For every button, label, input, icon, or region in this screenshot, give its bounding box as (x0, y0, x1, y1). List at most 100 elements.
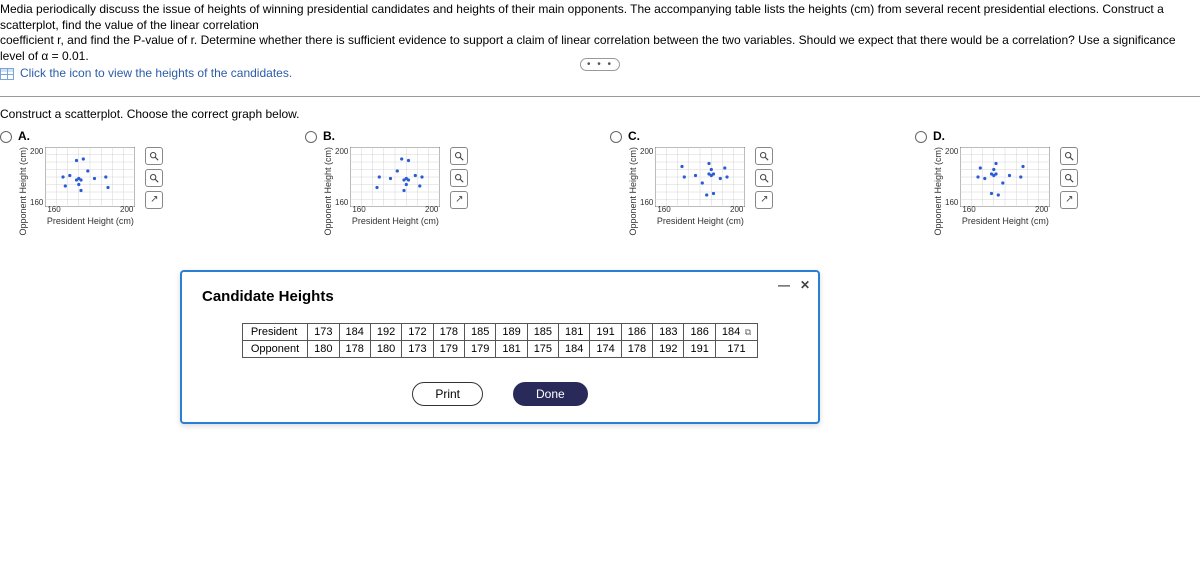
table-cell: 180 (370, 341, 401, 358)
zoom-out-button[interactable] (755, 169, 773, 187)
axis-tick: 200 (30, 147, 43, 156)
table-cell: 192 (653, 341, 684, 358)
print-button[interactable]: Print (412, 382, 483, 406)
table-cell: 172 (402, 324, 433, 341)
table-cell: 171 (715, 341, 757, 358)
popout-button[interactable]: ↗ (1060, 191, 1078, 209)
zoom-out-icon (454, 173, 464, 183)
zoom-in-button[interactable] (1060, 147, 1078, 165)
choice-label: C. (628, 129, 773, 143)
scatterplot-c (655, 147, 745, 207)
table-cell: 178 (433, 324, 464, 341)
axis-tick: 160 (945, 198, 958, 207)
candidate-heights-dialog: — ✕ Candidate Heights President173184192… (180, 270, 820, 424)
axis-tick: 160 (30, 198, 43, 207)
axis-tick: 200 (120, 205, 133, 214)
minimize-button[interactable]: — (778, 278, 790, 292)
axis-tick: 160 (352, 205, 365, 214)
x-axis-label: President Height (cm) (960, 216, 1050, 226)
y-axis-label: Opponent Height (cm) (323, 147, 333, 236)
axis-tick: 200 (1035, 205, 1048, 214)
table-cell: 181 (496, 341, 527, 358)
radio-a[interactable] (0, 131, 12, 143)
table-cell: 191 (684, 341, 715, 358)
scatterplot-d (960, 147, 1050, 207)
axis-tick: 200 (425, 205, 438, 214)
y-axis-label: Opponent Height (cm) (933, 147, 943, 236)
axis-tick: 160 (47, 205, 60, 214)
axis-tick: 160 (640, 198, 653, 207)
done-button[interactable]: Done (513, 382, 588, 406)
question-text-line1: Media periodically discuss the issue of … (0, 2, 1200, 33)
table-cell: 174 (590, 341, 621, 358)
popout-icon: ↗ (1065, 194, 1073, 205)
dialog-title: Candidate Heights (202, 288, 798, 305)
table-cell: 185 (527, 324, 558, 341)
choice-c[interactable]: C.Opponent Height (cm)200160160200Presid… (610, 129, 895, 236)
zoom-in-button[interactable] (450, 147, 468, 165)
table-cell: 180 (308, 341, 339, 358)
zoom-in-button[interactable] (755, 147, 773, 165)
popout-button[interactable]: ↗ (755, 191, 773, 209)
table-cell: 173 (402, 341, 433, 358)
popout-icon: ↗ (150, 194, 158, 205)
table-cell: 192 (370, 324, 401, 341)
zoom-out-icon (1064, 173, 1074, 183)
axis-tick: 200 (335, 147, 348, 156)
more-indicator[interactable]: • • • (580, 58, 620, 71)
choice-label: B. (323, 129, 468, 143)
table-cell: 185 (464, 324, 495, 341)
table-cell: 184 ⧉ (715, 324, 757, 341)
table-cell: 178 (621, 341, 652, 358)
axis-tick: 160 (962, 205, 975, 214)
choice-d[interactable]: D.Opponent Height (cm)200160160200Presid… (915, 129, 1200, 236)
y-axis-label: Opponent Height (cm) (628, 147, 638, 236)
table-cell: 183 (653, 324, 684, 341)
x-axis-label: President Height (cm) (45, 216, 135, 226)
table-cell: 179 (464, 341, 495, 358)
zoom-out-button[interactable] (145, 169, 163, 187)
table-cell: 186 (684, 324, 715, 341)
table-cell: 179 (433, 341, 464, 358)
radio-c[interactable] (610, 131, 622, 143)
copy-icon[interactable]: ⧉ (742, 327, 751, 337)
table-cell: 191 (590, 324, 621, 341)
radio-d[interactable] (915, 131, 927, 143)
popout-button[interactable]: ↗ (145, 191, 163, 209)
choice-label: A. (18, 129, 163, 143)
table-cell: 178 (339, 341, 370, 358)
table-cell: 189 (496, 324, 527, 341)
table-cell: 184 (559, 341, 590, 358)
table-cell: 181 (559, 324, 590, 341)
view-heights-link-label: Click the icon to view the heights of th… (20, 66, 292, 82)
choice-b[interactable]: B.Opponent Height (cm)200160160200Presid… (305, 129, 590, 236)
row-label-opponent: Opponent (242, 341, 307, 358)
x-axis-label: President Height (cm) (655, 216, 745, 226)
x-axis-label: President Height (cm) (350, 216, 440, 226)
table-icon (0, 68, 14, 80)
zoom-out-button[interactable] (1060, 169, 1078, 187)
close-button[interactable]: ✕ (800, 278, 810, 292)
axis-tick: 200 (945, 147, 958, 156)
zoom-in-icon (149, 151, 159, 161)
popout-button[interactable]: ↗ (450, 191, 468, 209)
axis-tick: 160 (335, 198, 348, 207)
table-cell: 186 (621, 324, 652, 341)
radio-b[interactable] (305, 131, 317, 143)
zoom-in-button[interactable] (145, 147, 163, 165)
row-label-president: President (242, 324, 307, 341)
scatterplot-a (45, 147, 135, 207)
zoom-in-icon (759, 151, 769, 161)
separator (0, 96, 1200, 97)
y-axis-label: Opponent Height (cm) (18, 147, 28, 236)
popout-icon: ↗ (455, 194, 463, 205)
zoom-out-button[interactable] (450, 169, 468, 187)
choice-a[interactable]: A.Opponent Height (cm)200160160200Presid… (0, 129, 285, 236)
axis-tick: 160 (657, 205, 670, 214)
zoom-in-icon (454, 151, 464, 161)
table-cell: 184 (339, 324, 370, 341)
scatter-prompt: Construct a scatterplot. Choose the corr… (0, 107, 1200, 121)
zoom-out-icon (149, 173, 159, 183)
axis-tick: 200 (730, 205, 743, 214)
popout-icon: ↗ (760, 194, 768, 205)
